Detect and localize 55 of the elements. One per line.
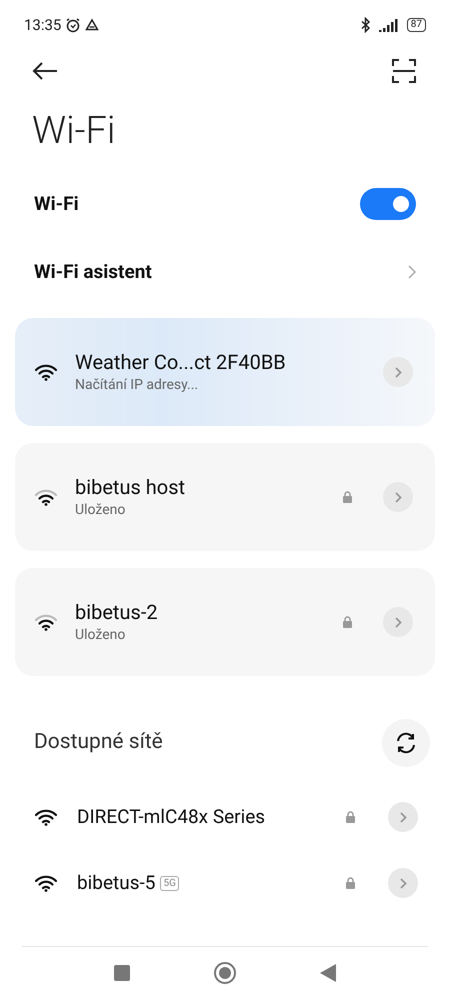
wifi-icon [35,364,57,380]
drive-icon [85,18,100,32]
bluetooth-icon [360,17,371,33]
network-name: bibetus-5 [77,870,156,896]
lock-icon [342,616,353,628]
back-arrow-icon [32,62,58,80]
scan-icon [392,59,416,83]
chevron-icon [394,616,402,628]
wifi-icon [35,874,57,892]
refresh-button[interactable] [382,719,430,767]
network-name: bibetus-2 [75,598,159,624]
alarm-icon [65,17,82,33]
home-button[interactable] [214,962,236,984]
network-status: Uloženo [75,500,126,520]
network-card[interactable]: bibetus-2 Uloženo [15,568,435,676]
network-row[interactable]: DIRECT-mlC48x Series [0,784,450,850]
network-name: bibetus host [75,474,186,500]
assistant-label: Wi-Fi asistent [34,258,152,285]
details-button[interactable] [383,482,413,512]
network-card[interactable]: Weather Co...ct 2F40BB Načítání IP adresy... [15,318,435,426]
lock-icon [345,877,356,889]
network-row[interactable]: bibetus-5 5G [0,850,450,916]
assistant-row[interactable]: Wi-Fi asistent [0,238,450,306]
back-nav-button[interactable] [320,964,336,982]
triangle-icon [320,964,336,982]
network-card[interactable]: bibetus host Uloženo [15,443,435,551]
lock-icon [345,811,356,823]
details-button[interactable] [383,357,413,387]
network-status: Uloženo [75,626,126,644]
signal-icon [378,18,399,32]
refresh-icon [395,732,417,754]
details-button[interactable] [388,802,418,832]
wifi-label: Wi-Fi [34,190,79,217]
wifi-icon [35,488,57,506]
wifi-icon [35,808,57,826]
chevron-icon [400,812,406,822]
network-status: Načítání IP adresy... [75,376,200,394]
lock-icon [342,491,353,503]
battery-indicator: 87 [406,18,426,32]
chevron-icon [400,878,406,888]
status-time: 13:35 [24,14,62,36]
network-name: DIRECT-mlC48x Series [77,804,266,830]
recents-button[interactable] [114,964,130,980]
page-title: Wi-Fi [31,108,116,154]
band-badge: 5G [160,876,179,890]
wifi-switch[interactable] [360,188,416,220]
section-heading: Dostupné sítě [34,729,163,756]
details-button[interactable] [383,607,413,637]
details-button[interactable] [388,868,418,898]
chevron-icon [394,492,402,502]
scan-button[interactable] [392,58,418,84]
chevron-icon [394,366,402,378]
chevron-icon [408,265,416,279]
wifi-icon [35,614,57,630]
network-name: Weather Co...ct 2F40BB [75,348,287,374]
